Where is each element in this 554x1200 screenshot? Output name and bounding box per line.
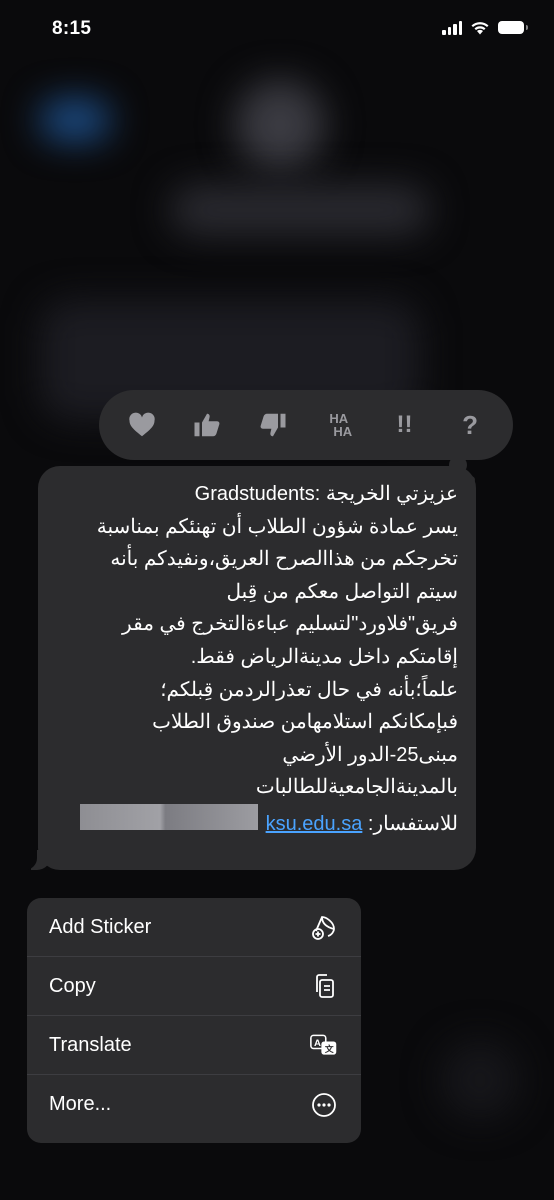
copy-icon (309, 971, 339, 1001)
cellular-signal-icon (442, 20, 462, 35)
thumbs-down-icon (260, 413, 286, 437)
exclamation-icon: !! (396, 411, 413, 438)
message-line: مبنى25-الدور الأرضي (282, 743, 458, 766)
message-line: إقامتكم داخل مدينةالرياض فقط. (190, 645, 458, 668)
translate-icon: A文 (309, 1030, 339, 1060)
message-line: يسر عمادة شؤون الطلاب أن تهنئكم بمناسبة (96, 515, 458, 538)
svg-text:文: 文 (325, 1043, 334, 1054)
translate-menu-item[interactable]: Translate A文 (27, 1016, 361, 1075)
question-icon: ? (462, 409, 479, 440)
message-line: علماً؛بأنه في حال تعذرالردمن قِبلكم؛ (160, 678, 458, 701)
more-menu-item[interactable]: More... (27, 1075, 361, 1134)
message-line: فريق"فلاورد"لتسليم عباءةالتخرج في مقر (122, 613, 458, 636)
menu-item-label: Copy (49, 974, 96, 997)
add-sticker-menu-item[interactable]: Add Sticker (27, 898, 361, 957)
message-line: بالمدينةالجامعيةللطالبات (255, 776, 458, 799)
message-line: فبإمكانكم استلامهامن صندوق الطلاب (152, 711, 458, 734)
menu-item-label: Add Sticker (49, 915, 152, 938)
message-line: تخرجكم من هذاالصرح العريق،ونفيدكم بأنه (110, 548, 458, 571)
redacted-email (80, 803, 259, 830)
heart-reaction-button[interactable] (120, 403, 164, 447)
more-icon (309, 1090, 339, 1120)
tapback-reaction-bar: HA HA !! ? (99, 390, 513, 484)
wifi-icon (471, 22, 489, 35)
message-line: سيتم التواصل معكم من قِبل (226, 580, 458, 603)
exclamation-reaction-button[interactable]: !! (382, 403, 426, 447)
haha-icon: HA HA (329, 411, 353, 439)
status-bar: 8:15 (0, 0, 554, 60)
svg-text:A: A (314, 1038, 321, 1049)
copy-menu-item[interactable]: Copy (27, 957, 361, 1016)
message-line: عزيزتي الخريجة :Gradstudents (194, 483, 458, 505)
menu-item-label: More... (49, 1093, 112, 1115)
inquiry-label: للاستفسار: (367, 812, 458, 835)
haha-reaction-button[interactable]: HA HA (317, 403, 361, 447)
thumbs-down-reaction-button[interactable] (251, 403, 295, 447)
heart-icon (129, 412, 155, 437)
add-sticker-icon (309, 912, 339, 942)
battery-icon (498, 21, 528, 34)
status-time: 8:15 (52, 18, 92, 39)
message-bubble[interactable]: عزيزتي الخريجة :Gradstudents يسر عمادة ش… (25, 466, 476, 870)
question-reaction-button[interactable]: ? (448, 403, 492, 447)
thumbs-up-reaction-button[interactable] (185, 403, 229, 447)
context-menu: Add Sticker Copy Translate A文 More... (27, 898, 361, 1143)
thumbs-up-icon (194, 413, 220, 437)
ksu-link[interactable]: ksu.edu.sa (266, 813, 363, 835)
menu-item-label: Translate (49, 1033, 132, 1056)
message-text: عزيزتي الخريجة :Gradstudents يسر عمادة ش… (48, 478, 458, 841)
